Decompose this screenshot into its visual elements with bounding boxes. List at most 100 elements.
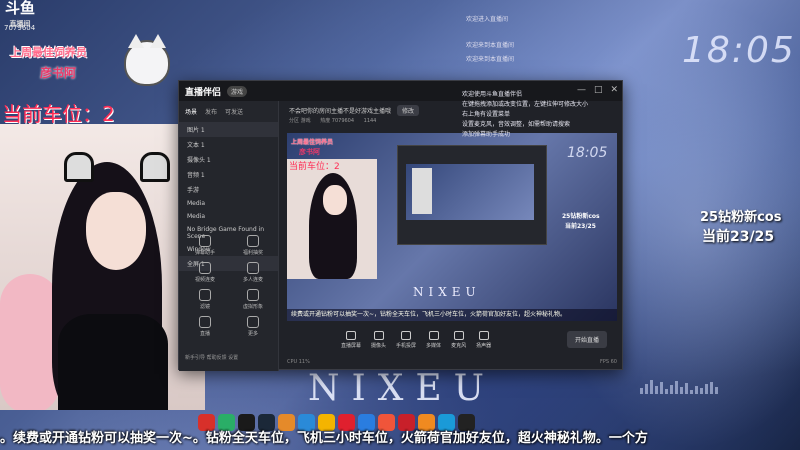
sidebar-footer[interactable]: 新手引导 帮助反馈 设置 — [185, 354, 238, 361]
chat-message: 右上角有设置菜单 — [462, 111, 511, 118]
tool-multi-call[interactable]: 多人连麦 — [231, 262, 275, 283]
preview-cos-goal: 25钻粉新cos — [562, 213, 600, 220]
status-bar: CPU 11% FPS 60 — [287, 359, 617, 365]
viz-bar — [700, 388, 703, 394]
nested-webcam — [412, 168, 432, 214]
tool-more[interactable]: 更多 — [231, 316, 275, 337]
toolbar-label: 摄像头 — [371, 343, 387, 349]
viz-bar — [665, 389, 668, 394]
toolbar-label: 手机投屏 — [396, 343, 417, 349]
toolbar-label: 麦克风 — [451, 343, 467, 349]
tool-label: 更多 — [247, 331, 258, 337]
video-call-icon — [199, 262, 211, 274]
chat-message: 在键拖拽添加或改变位置，左键拉伸可修改大小 — [462, 101, 589, 108]
car-position-text: 当前车位：2 — [2, 102, 115, 126]
tool-danmu-assistant[interactable]: 弹幕助手 — [183, 235, 227, 256]
room-id: 7079604 — [4, 24, 36, 32]
notification: 欢迎来到本直播间 — [466, 56, 515, 63]
avatar-icon — [247, 289, 259, 301]
tool-avatar[interactable]: 虚拟形象 — [231, 289, 275, 310]
tool-label: 滤镜 — [199, 304, 210, 310]
tool-label: 福利抽奖 — [242, 250, 263, 256]
mic-button[interactable]: 麦克风 — [451, 331, 466, 349]
source-toolbar: 直播屏幕 摄像头 手机投屏 多媒体 麦克风 扬声器 开始直播 — [287, 325, 617, 355]
viz-bar — [715, 387, 718, 394]
sidebar-tabs: 场景 发布 可发送 — [179, 101, 278, 122]
tool-lottery[interactable]: 福利抽奖 — [231, 235, 275, 256]
overlay-cos-progress: 当前23/25 — [702, 229, 775, 245]
speaker-button[interactable]: 扬声器 — [476, 331, 491, 349]
cat-icon — [124, 34, 170, 86]
tool-label: 视频连麦 — [194, 277, 215, 283]
gift-icon — [247, 235, 259, 247]
preview-cos-progress: 当前23/25 — [565, 223, 596, 230]
start-stream-button[interactable]: 开始直播 — [566, 331, 607, 348]
scene-item[interactable]: 摄像头 1 — [179, 152, 278, 167]
tab-publish[interactable]: 发布 — [205, 107, 217, 116]
camera-button[interactable]: 摄像头 — [371, 331, 386, 349]
camera-icon — [373, 331, 384, 340]
face — [86, 192, 146, 270]
tool-video-call[interactable]: 视频连麦 — [183, 262, 227, 283]
scrolling-ticker: 。续费或开通钻粉可以抽奖一次~。钻粉全天车位，飞机三小时车位，火箭荷官加好友位，… — [0, 431, 648, 446]
cat-ear-left — [64, 152, 94, 182]
viz-bar — [695, 386, 698, 394]
edit-title-button[interactable]: 修改 — [396, 105, 419, 116]
scene-item[interactable]: Media — [179, 197, 278, 210]
tool-label: 多人连麦 — [242, 277, 263, 283]
preview-clock: 18:05 — [567, 145, 608, 161]
maid-dress — [58, 314, 168, 410]
tool-broadcast[interactable]: 直播 — [183, 316, 227, 337]
feeder-badge: 上周最佳饲养员 彦书阿 — [4, 34, 174, 92]
filter-icon — [199, 289, 211, 301]
scene-item[interactable]: 文本 1 — [179, 137, 278, 152]
media-icon — [428, 331, 439, 340]
category-label[interactable]: 分区 游戏 — [289, 118, 311, 124]
speaker-icon — [478, 331, 489, 340]
viz-bar — [670, 385, 673, 394]
tab-scenes[interactable]: 场景 — [185, 107, 197, 116]
notification: 欢迎来到本直播间 — [466, 42, 515, 49]
stream-stats: 分区 游戏 热度 7079604 1144 — [289, 117, 384, 124]
chat-message: 设置麦克风，音效调整，如需帮助请搜索 — [462, 121, 571, 128]
chat-panel: 欢迎使用斗鱼直播伴侣 在键拖拽添加或改变位置，左键拉伸可修改大小 右上角有设置菜… — [462, 90, 612, 140]
screen-button[interactable]: 直播屏幕 — [341, 331, 361, 349]
viewer-count: 1144 — [363, 118, 377, 124]
stream-preview[interactable]: 上周最佳饲养员 彦书阿 当前车位：2 18:05 25钻粉新cos 当前23/2… — [287, 133, 617, 321]
overlay-cos-goal: 25钻粉新cos — [700, 210, 782, 225]
nested-preview-window — [397, 145, 547, 245]
scene-item[interactable]: 音频 1 — [179, 167, 278, 182]
viz-bar — [705, 384, 708, 394]
preview-webcam — [287, 159, 377, 279]
mic-icon — [453, 331, 464, 340]
app-title: 直播伴侣 — [185, 87, 222, 98]
cat-ear-right — [140, 152, 170, 182]
notification: 欢迎进入直播间 — [466, 16, 509, 23]
toolbar-label: 扬声器 — [476, 343, 492, 349]
fps-readout: FPS 60 — [599, 359, 617, 365]
tool-filter[interactable]: 滤镜 — [183, 289, 227, 310]
scene-item[interactable]: 手游 — [179, 182, 278, 197]
scene-item[interactable]: 图片 1 — [179, 122, 278, 137]
app-mode-badge[interactable]: 游戏 — [227, 85, 248, 97]
tool-grid: 弹幕助手 福利抽奖 视频连麦 多人连麦 滤镜 虚拟形象 直播 更多 — [183, 235, 275, 337]
tool-label: 直播 — [199, 331, 210, 337]
stream-title-bar: 不会吧你的房间主播不是好游戏主播哦 修改 — [289, 105, 419, 116]
chat-message: 欢迎使用斗鱼直播伴侣 — [462, 91, 523, 98]
logo-text: 斗鱼 — [4, 0, 35, 17]
screen-icon — [346, 331, 356, 340]
tool-label: 虚拟形象 — [242, 304, 263, 310]
webcam-feed — [0, 124, 205, 410]
toolbar-label: 多媒体 — [426, 343, 442, 349]
media-button[interactable]: 多媒体 — [426, 331, 441, 349]
audio-visualizer — [640, 376, 718, 394]
scene-item[interactable]: Media — [179, 210, 278, 223]
phone-cast-button[interactable]: 手机投屏 — [396, 331, 416, 349]
badge-title: 上周最佳饲养员 — [10, 46, 87, 59]
viz-bar — [645, 384, 648, 394]
chat-message: 添加弹幕助手成功 — [462, 131, 511, 138]
cpu-usage: CPU 11% — [287, 359, 310, 365]
preview-badge-name: 彦书阿 — [299, 148, 320, 156]
tab-sendable[interactable]: 可发送 — [225, 107, 243, 116]
phone-icon — [401, 331, 412, 340]
